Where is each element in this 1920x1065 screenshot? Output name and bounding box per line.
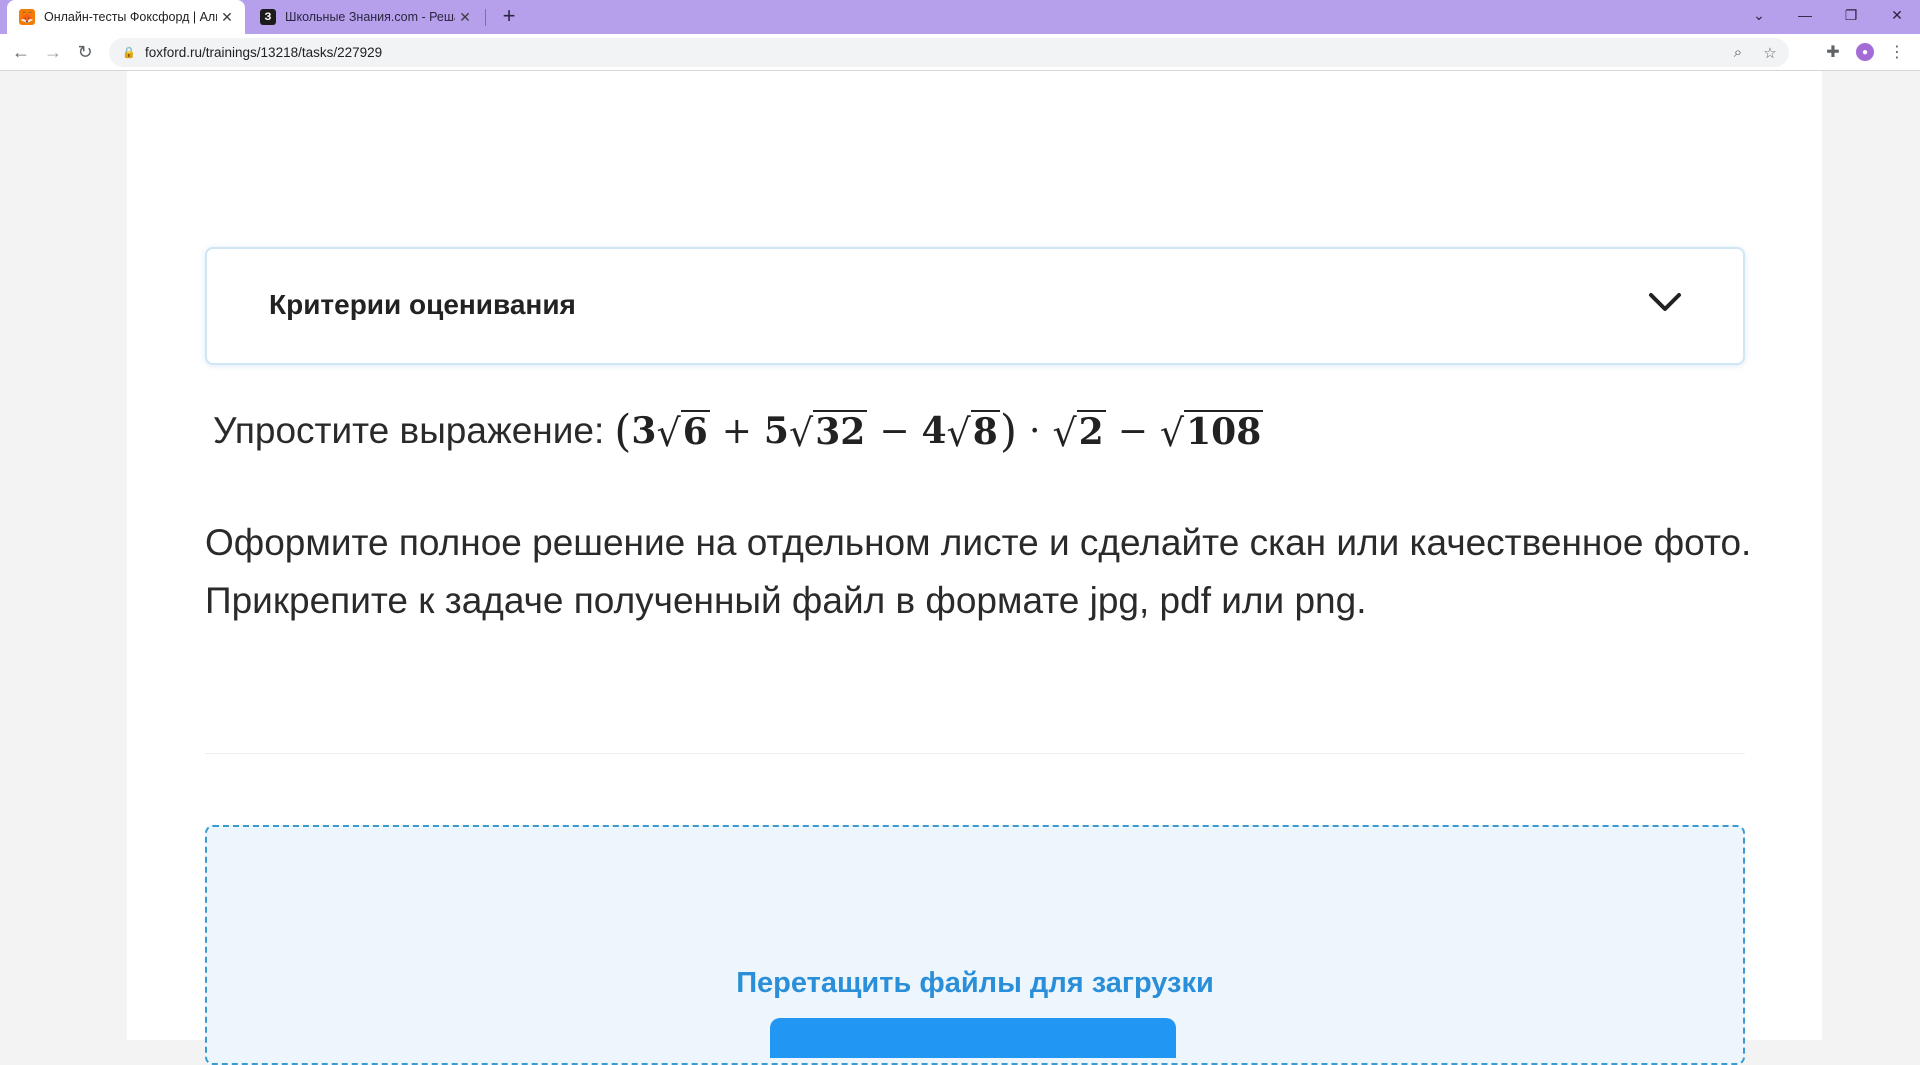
sqrt: √ 6 <box>656 410 710 455</box>
radicand: 32 <box>813 410 868 454</box>
more-menu-icon[interactable]: ⋮ <box>1884 39 1910 65</box>
extensions-puzzle-icon[interactable]: ✚ <box>1820 39 1846 65</box>
chevron-down-icon[interactable] <box>1647 287 1683 317</box>
operator: · <box>1029 410 1041 452</box>
browser-toolbar: ← → ↻ 🔒 foxford.ru/trainings/13218/tasks… <box>0 34 1920 71</box>
sqrt: √ 2 <box>1052 410 1106 455</box>
task-statement: Упростите выражение: ( 3 √ 6 + 5 √ 32 − 4 … <box>213 401 1264 461</box>
divider <box>205 753 1745 754</box>
task-label: Упростите выражение: <box>213 410 605 451</box>
operator: + <box>721 410 752 452</box>
sqrt: √ 8 <box>946 410 1000 455</box>
bookmark-star-icon[interactable]: ☆ <box>1757 40 1783 66</box>
lock-icon[interactable]: 🔒 <box>121 45 137 61</box>
radicand: 6 <box>680 410 710 454</box>
criteria-title: Критерии оценивания <box>269 289 576 320</box>
address-bar[interactable]: 🔒 foxford.ru/trainings/13218/tasks/22792… <box>109 38 1789 67</box>
instructions-line: Прикрепите к задаче полученный файл в фо… <box>205 580 1367 621</box>
math-expression: ( 3 √ 6 + 5 √ 32 − 4 √ 8 ) · √ 2 − √ 108 <box>614 405 1264 457</box>
sqrt: √ 108 <box>1159 410 1264 455</box>
paren-open: ( <box>614 405 632 457</box>
tab-title: Школьные Знания.com - Решае <box>285 10 455 24</box>
close-window-button[interactable]: ✕ <box>1874 0 1920 30</box>
sqrt: √ 32 <box>788 410 868 455</box>
back-icon[interactable]: ← <box>8 39 34 65</box>
page-content: Критерии оценивания Упростите выражение:… <box>127 71 1822 1065</box>
coefficient: 3 <box>631 410 657 452</box>
radicand: 108 <box>1184 410 1264 454</box>
tab-znania[interactable]: З Школьные Знания.com - Решае ✕ <box>251 0 483 34</box>
operator: − <box>879 410 910 452</box>
close-tab-icon[interactable]: ✕ <box>217 7 237 27</box>
zoom-icon[interactable]: ⌕ <box>1725 40 1751 66</box>
file-dropzone[interactable]: Перетащить файлы для загрузки <box>205 825 1745 1065</box>
profile-avatar[interactable]: ● <box>1856 43 1874 61</box>
restore-button[interactable]: ❐ <box>1828 0 1874 30</box>
radicand: 8 <box>970 410 1000 454</box>
tab-search-icon[interactable]: ⌄ <box>1736 0 1782 30</box>
tab-separator <box>485 9 486 26</box>
radicand: 2 <box>1076 410 1106 454</box>
foxford-fox-icon: 🦊 <box>19 9 35 25</box>
instructions: Оформите полное решение на отдельном лис… <box>205 514 1765 630</box>
operator: − <box>1117 410 1148 452</box>
reload-icon[interactable]: ↻ <box>72 39 98 65</box>
criteria-accordion[interactable]: Критерии оценивания <box>205 247 1745 365</box>
minimize-button[interactable]: — <box>1782 0 1828 30</box>
paren-close: ) <box>999 405 1017 457</box>
upload-button[interactable] <box>770 1018 1176 1058</box>
close-tab-icon[interactable]: ✕ <box>455 7 475 27</box>
dropzone-label: Перетащить файлы для загрузки <box>736 967 1214 999</box>
new-tab-button[interactable]: + <box>497 5 521 29</box>
tab-title: Онлайн-тесты Фоксфорд | Алгебра <box>44 10 217 24</box>
coefficient: 5 <box>763 410 789 452</box>
znania-z-icon: З <box>260 9 276 25</box>
forward-icon[interactable]: → <box>40 39 66 65</box>
coefficient: 4 <box>921 410 947 452</box>
instructions-line: Оформите полное решение на отдельном лис… <box>205 522 1752 563</box>
tab-strip: 🦊 Онлайн-тесты Фоксфорд | Алгебра ✕ З Шк… <box>0 0 1920 34</box>
url-text[interactable]: foxford.ru/trainings/13218/tasks/227929 <box>145 45 1725 60</box>
tab-foxford[interactable]: 🦊 Онлайн-тесты Фоксфорд | Алгебра ✕ <box>7 0 245 34</box>
